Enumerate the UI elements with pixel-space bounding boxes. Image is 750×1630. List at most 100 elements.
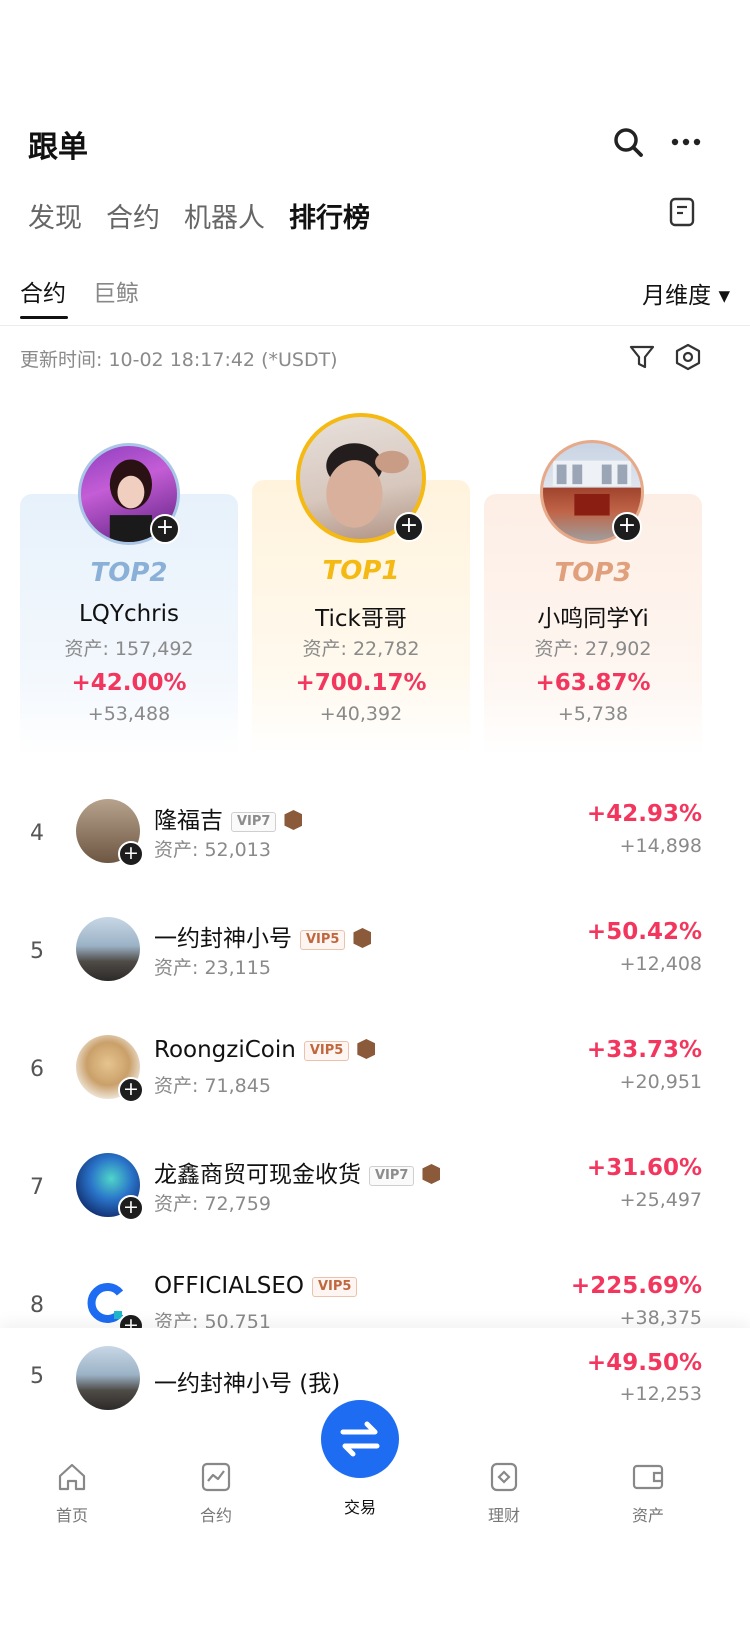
vip-badge: VIP7 <box>369 1166 415 1186</box>
trader-amount: +38,375 <box>619 1307 702 1329</box>
follow-plus-icon[interactable]: + <box>612 512 642 542</box>
top2-pct: +42.00% <box>71 670 187 696</box>
top1-label: TOP1 <box>322 556 400 586</box>
rank-number: 7 <box>30 1175 44 1200</box>
contract-icon <box>201 1462 231 1492</box>
tab-contract[interactable]: 合约 <box>106 196 160 235</box>
follow-plus-icon[interactable]: + <box>118 841 144 867</box>
rank-number: 5 <box>30 939 44 964</box>
nav-contract[interactable]: 合约 <box>171 1460 261 1526</box>
nav-finance-label: 理财 <box>487 1506 520 1525</box>
trader-asset: 资产: 72,759 <box>154 1193 271 1215</box>
nav-contract-label: 合约 <box>199 1506 232 1525</box>
trader-pct: +31.60% <box>586 1155 702 1181</box>
medal-icon <box>353 928 372 948</box>
trader-pct: +50.42% <box>586 919 702 945</box>
nav-trade[interactable]: 交易 <box>315 1490 405 1518</box>
subtab-underline <box>20 316 68 319</box>
rank-number: 6 <box>30 1057 44 1082</box>
trader-amount: +25,497 <box>619 1189 702 1211</box>
trader-name: RoongziCoin VIP5 <box>154 1037 376 1063</box>
rank-number: 8 <box>30 1293 44 1318</box>
wallet-icon <box>632 1464 664 1490</box>
update-time: 更新时间: 10-02 18:17:42 (*USDT) <box>20 349 338 371</box>
tab-leaderboard[interactable]: 排行榜 <box>289 196 370 235</box>
top2-label: TOP2 <box>90 558 168 588</box>
header-bar: 跟单 <box>28 118 722 168</box>
list-item[interactable]: 4 + 隆福吉 VIP7 资产: 52,013 +42.93% +14,898 <box>0 799 750 899</box>
filter-icon[interactable] <box>628 343 656 371</box>
tab-robot[interactable]: 机器人 <box>184 196 265 235</box>
top1-asset: 资产: 22,782 <box>302 638 420 660</box>
trader-pct: +42.93% <box>586 801 702 827</box>
top3-name: 小鸣同学Yi <box>537 606 649 632</box>
nav-trade-label: 交易 <box>343 1498 376 1517</box>
swap-icon <box>340 1421 380 1457</box>
trader-name: 隆福吉 VIP7 <box>154 801 303 835</box>
sub-tab-bar: 合约 巨鲸 月维度 ▾ <box>20 274 730 324</box>
trader-name: 龙鑫商贸可现金收货 VIP7 <box>154 1155 441 1189</box>
search-icon[interactable] <box>610 124 646 160</box>
medal-icon <box>357 1039 376 1059</box>
bottom-nav: 首页 合约 交易 理财 资产 <box>0 1400 750 1630</box>
page-title: 跟单 <box>28 130 88 165</box>
top2-asset: 资产: 157,492 <box>64 638 194 660</box>
home-icon <box>58 1463 86 1491</box>
follow-plus-icon[interactable]: + <box>394 512 424 542</box>
follow-plus-icon[interactable]: + <box>150 514 180 544</box>
nav-assets[interactable]: 资产 <box>603 1460 693 1526</box>
my-amount: +12,253 <box>619 1383 702 1405</box>
top1-pct: +700.17% <box>295 670 427 696</box>
trader-pct: +225.69% <box>570 1273 702 1299</box>
follow-plus-icon[interactable]: + <box>118 1195 144 1221</box>
follow-plus-icon[interactable]: + <box>118 1077 144 1103</box>
vip-badge: VIP5 <box>311 1277 358 1297</box>
trader-asset: 资产: 71,845 <box>154 1075 271 1097</box>
top1-amount: +40,392 <box>319 703 403 725</box>
list-item[interactable]: 5 一约封神小号 VIP5 资产: 23,115 +50.42% +12,408 <box>0 917 750 1017</box>
trader-pct: +33.73% <box>586 1037 702 1063</box>
finance-icon <box>490 1462 518 1492</box>
my-rank-number: 5 <box>30 1364 44 1389</box>
trader-amount: +20,951 <box>619 1071 702 1093</box>
subtab-whale[interactable]: 巨鲸 <box>93 274 139 308</box>
top3-label: TOP3 <box>554 558 632 588</box>
avatar[interactable] <box>76 917 140 981</box>
top3-amount: +5,738 <box>557 703 629 725</box>
top2-amount: +53,488 <box>87 703 171 725</box>
medal-icon <box>422 1164 441 1184</box>
vip-badge: VIP5 <box>303 1041 350 1061</box>
settings-icon[interactable] <box>674 343 702 371</box>
nav-finance[interactable]: 理财 <box>459 1460 549 1526</box>
my-name: 一约封神小号 (我) <box>154 1371 341 1397</box>
vip-badge: VIP7 <box>231 812 277 832</box>
list-item[interactable]: 6 + RoongziCoin VIP5 资产: 71,845 +33.73% +… <box>0 1035 750 1135</box>
nav-assets-label: 资产 <box>631 1506 664 1525</box>
tab-discover[interactable]: 发现 <box>28 196 82 235</box>
trader-name: 一约封神小号 VIP5 <box>154 919 372 953</box>
top3-asset: 资产: 27,902 <box>534 638 652 660</box>
my-avatar[interactable] <box>76 1346 140 1410</box>
more-icon[interactable] <box>668 124 704 160</box>
nav-home[interactable]: 首页 <box>27 1460 117 1526</box>
main-tab-bar: 发现 合约 机器人 排行榜 <box>28 196 722 244</box>
divider <box>0 325 750 326</box>
trader-asset: 资产: 52,013 <box>154 839 271 861</box>
nav-home-label: 首页 <box>55 1506 88 1525</box>
period-selector[interactable]: 月维度 ▾ <box>642 276 730 310</box>
trader-name: OFFICIALSEO VIP5 <box>154 1273 358 1299</box>
trader-asset: 资产: 23,115 <box>154 957 271 979</box>
document-icon[interactable] <box>668 196 696 228</box>
top3-pct: +63.87% <box>535 670 651 696</box>
subtab-contract[interactable]: 合约 <box>20 274 66 308</box>
vip-badge: VIP5 <box>300 930 346 950</box>
trader-amount: +12,408 <box>619 953 702 975</box>
top1-name: Tick哥哥 <box>315 606 407 632</box>
list-item[interactable]: 7 + 龙鑫商贸可现金收货 VIP7 资产: 72,759 +31.60% +25… <box>0 1153 750 1253</box>
update-row: 更新时间: 10-02 18:17:42 (*USDT) <box>20 343 726 379</box>
top2-name: LQYchris <box>78 601 180 627</box>
trade-swap-button[interactable] <box>321 1400 399 1478</box>
my-pct: +49.50% <box>586 1350 702 1376</box>
medal-icon <box>284 810 303 830</box>
trader-amount: +14,898 <box>619 835 702 857</box>
